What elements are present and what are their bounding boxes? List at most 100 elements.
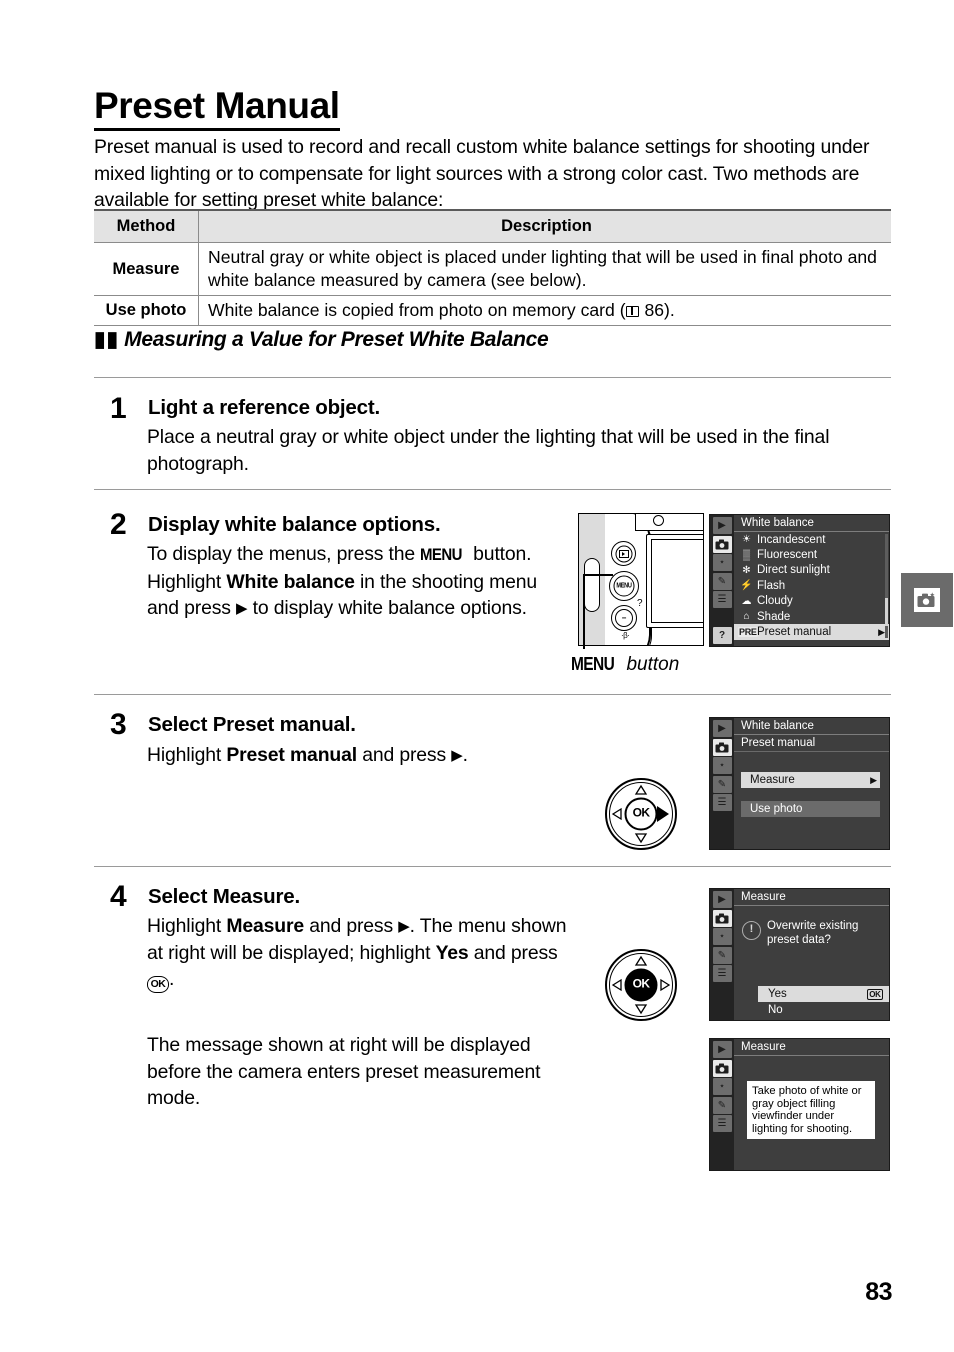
wb-label: Incandescent <box>757 533 826 546</box>
help-question-icon[interactable]: ? <box>712 627 732 644</box>
setup-wrench-icon[interactable]: ⋆ <box>712 757 732 774</box>
recent-settings-icon[interactable]: ☰ <box>712 965 732 982</box>
retouch-icon[interactable]: ✎ <box>712 775 732 793</box>
dialog-choice-no[interactable]: No <box>758 1002 889 1018</box>
lcd-spacer <box>734 752 889 772</box>
wb-item-flash[interactable]: ⚡ Flash <box>734 578 889 593</box>
exposure-mark-icon: ·β· <box>621 631 630 640</box>
shooting-menu-camera-icon[interactable] <box>712 909 732 927</box>
step-4-bold-measure: Measure <box>226 915 304 937</box>
step-3-number: 3 <box>110 708 127 741</box>
wb-item-fluorescent[interactable]: ▒ Fluorescent <box>734 547 889 562</box>
wb-item-shade[interactable]: ⌂ Shade <box>734 609 889 624</box>
page-reference: 86 <box>644 300 665 320</box>
menu-button[interactable]: MENU <box>609 571 639 601</box>
zoom-out-icon: − <box>621 613 627 623</box>
camera-grip <box>584 558 600 612</box>
menu-button-caption: MENU button <box>571 654 679 676</box>
step-4-bold-yes: Yes <box>435 941 469 964</box>
wb-label: Preset manual <box>757 626 832 639</box>
chevron-right-icon: ▶ <box>878 626 885 637</box>
page-number: 83 <box>865 1278 892 1306</box>
shooting-menu-camera-icon[interactable] <box>712 535 732 553</box>
lcd-content: Measure ! Overwrite existing preset data… <box>734 889 889 1020</box>
playback-menu-icon[interactable]: ▶ <box>712 720 732 737</box>
playback-button[interactable] <box>611 541 636 566</box>
lcd-title-measure: Measure <box>734 889 889 906</box>
lcd-title-white-balance: White balance <box>734 718 889 735</box>
setup-wrench-icon[interactable]: ⋆ <box>712 928 732 945</box>
wb-item-preset-manual[interactable]: PRE Preset manual ▶ <box>734 624 889 640</box>
wb-item-cloudy[interactable]: ☁ Cloudy <box>734 594 889 609</box>
table-header-row: Method Description <box>94 209 891 243</box>
wb-item-direct-sunlight[interactable]: ✻ Direct sunlight <box>734 563 889 578</box>
choice-label: No <box>768 1004 783 1016</box>
camera-back-illustration: MENU − ? ·β· <box>578 513 704 646</box>
question-mark-icon: ? <box>637 598 643 609</box>
step-3-text-3: . <box>462 744 468 766</box>
multi-selector-step4[interactable]: OK <box>605 949 677 1021</box>
step-3-heading: Select Preset manual. <box>148 713 356 737</box>
lcd-white-balance-menu: ▶ ⋆ ✎ ☰ ? White balance ☀ Incandescent ▒ F… <box>709 514 890 647</box>
right-arrow-icon: ▶ <box>236 600 248 617</box>
retouch-icon[interactable]: ✎ <box>712 1096 732 1114</box>
step-2-text-1: To display the menus, press the <box>147 543 421 565</box>
leader-line-vertical <box>583 574 585 649</box>
retouch-icon[interactable]: ✎ <box>712 572 732 590</box>
dialog-choices: Yes OK No <box>758 986 889 1018</box>
wb-label: Shade <box>757 610 791 623</box>
playback-icon <box>618 549 629 558</box>
playback-menu-icon[interactable]: ▶ <box>712 517 732 534</box>
book-reference-icon <box>625 306 639 317</box>
cell-description-measure: Neutral gray or white object is placed u… <box>198 242 891 296</box>
shooting-menu-camera-icon[interactable] <box>712 738 732 756</box>
desc-text-pre: White balance is copied from photo on me… <box>208 300 626 320</box>
dialog-choice-yes[interactable]: Yes OK <box>758 986 889 1002</box>
setup-wrench-icon[interactable]: ⋆ <box>712 1078 732 1095</box>
recent-settings-icon[interactable]: ☰ <box>712 794 732 811</box>
playback-menu-icon[interactable]: ▶ <box>712 891 732 908</box>
step-4-heading-post: . <box>294 885 300 908</box>
step-4-body-second: The message shown at right will be displ… <box>147 1034 541 1109</box>
choice-label: Yes <box>768 988 787 1000</box>
ok-button[interactable]: OK <box>624 968 658 1002</box>
right-arrow-icon: ▶ <box>398 918 410 935</box>
option-measure[interactable]: Measure ▶ <box>741 772 880 788</box>
retouch-icon[interactable]: ✎ <box>712 946 732 964</box>
step-3-text-2: and press <box>356 744 452 766</box>
fluorescent-icon: ▒ <box>742 549 751 561</box>
ok-button-icon: OK <box>147 976 169 993</box>
recent-settings-icon[interactable]: ☰ <box>712 1115 732 1132</box>
divider-step2-bottom <box>94 694 891 695</box>
table-row: Measure Neutral gray or white object is … <box>94 242 891 296</box>
camera-focal-plane-mark <box>653 515 664 526</box>
scrollbar[interactable] <box>885 534 888 638</box>
wb-label: Cloudy <box>757 595 793 608</box>
option-use-photo[interactable]: Use photo <box>741 801 880 817</box>
scrollbar-thumb[interactable] <box>885 598 888 626</box>
multi-selector-step3[interactable]: OK <box>605 778 677 850</box>
lcd-sidebar: ▶ ⋆ ✎ ☰ <box>710 1039 734 1170</box>
leader-line-horizontal <box>583 574 613 576</box>
ok-button[interactable]: OK <box>624 797 658 831</box>
setup-wrench-icon[interactable]: ⋆ <box>712 554 732 571</box>
lcd-sidebar: ▶ ⋆ ✎ ☰ <box>710 718 734 849</box>
camera-star-icon <box>917 592 935 607</box>
wb-item-incandescent[interactable]: ☀ Incandescent <box>734 532 889 547</box>
table-row: Use photo White balance is copied from p… <box>94 295 891 326</box>
step-1-heading: Light a reference object. <box>148 396 380 419</box>
dialog-warning: ! Overwrite existing preset data? <box>742 920 883 947</box>
zoom-out-help-button[interactable]: − <box>611 605 637 631</box>
playback-menu-icon[interactable]: ▶ <box>712 1041 732 1058</box>
menu-caption-word: button <box>626 654 680 675</box>
dialog-message: Overwrite existing preset data? <box>767 920 859 946</box>
lcd-title-measure: Measure <box>734 1039 889 1056</box>
wb-label: Flash <box>757 579 786 592</box>
recent-settings-icon[interactable]: ☰ <box>712 591 732 608</box>
pre-badge-label: PRE <box>738 626 758 637</box>
lcd-spacer-2 <box>734 788 889 801</box>
step-2-text-4: to display white balance options. <box>247 597 527 619</box>
step-3-text-1: Highlight <box>147 744 227 766</box>
incandescent-icon: ☀ <box>742 534 751 546</box>
shooting-menu-camera-icon[interactable] <box>712 1059 732 1077</box>
